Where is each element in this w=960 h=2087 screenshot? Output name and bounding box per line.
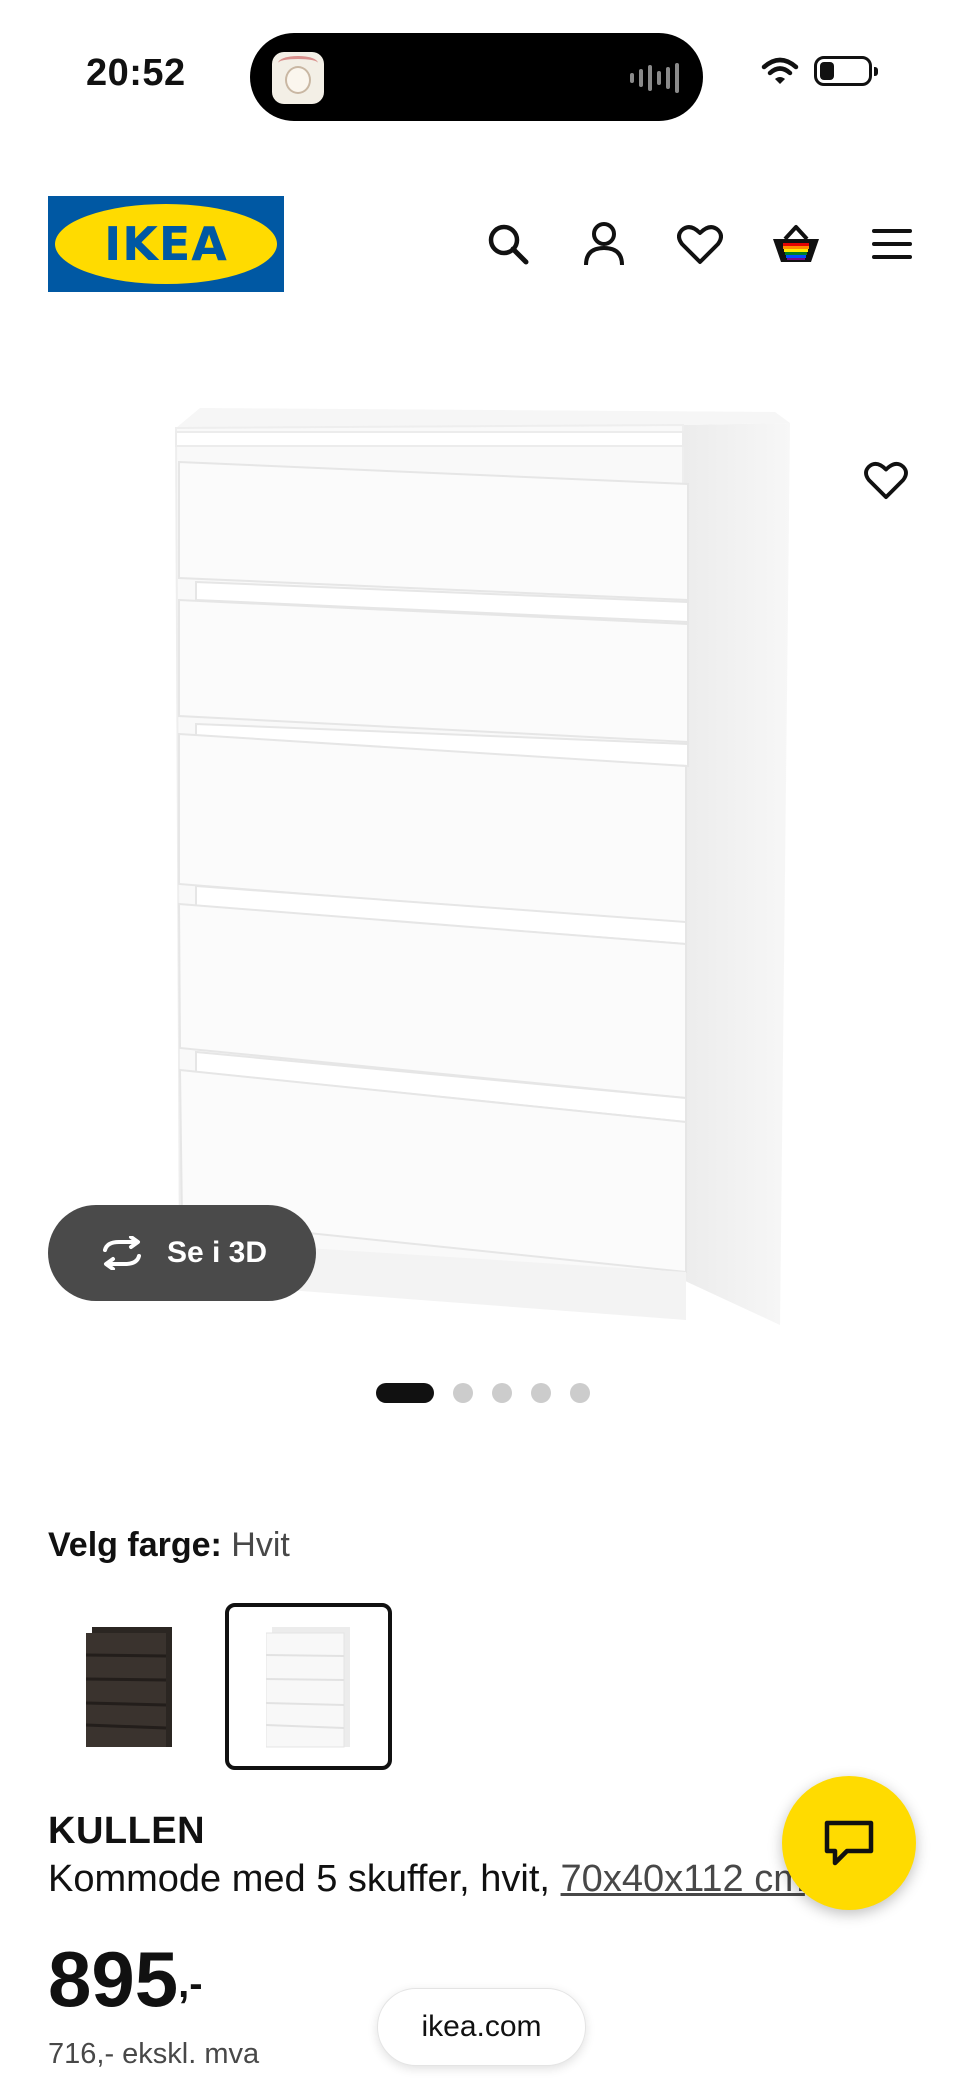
add-to-wishlist-button[interactable] [856, 450, 916, 510]
header-actions [478, 214, 922, 274]
product-description-text: Kommode med 5 skuffer, hvit, [48, 1858, 550, 1900]
ikea-logo[interactable]: IKEA [48, 196, 284, 292]
heart-icon [864, 462, 908, 500]
price-suffix: ,- [178, 1962, 203, 2006]
dresser-thumbnail-dark [85, 1626, 172, 1747]
account-button[interactable] [574, 214, 634, 274]
chat-icon [824, 1820, 874, 1866]
basket-icon [773, 225, 819, 262]
chat-button[interactable] [782, 1776, 916, 1910]
wishlist-button[interactable] [670, 214, 730, 274]
wifi-icon [761, 57, 799, 84]
carousel-dot[interactable] [492, 1383, 512, 1403]
carousel-dot[interactable] [570, 1383, 590, 1403]
status-icons [760, 56, 878, 86]
heart-icon [677, 225, 723, 264]
search-button[interactable] [478, 214, 538, 274]
menu-icon [872, 229, 912, 259]
carousel-dot-active[interactable] [376, 1383, 434, 1403]
dresser-illustration [174, 408, 790, 1325]
product-description: Kommode med 5 skuffer, hvit, 70x40x112 c… [48, 1858, 808, 1908]
color-label: Velg farge: [48, 1526, 222, 1564]
price-excl-vat: 716,- ekskl. mva [48, 2038, 260, 2070]
now-playing-artwork [272, 52, 324, 104]
carousel-indicator [376, 1383, 590, 1403]
price-amount: 895 [48, 1935, 179, 2023]
carousel-dot[interactable] [531, 1383, 551, 1403]
view-3d-label: Se i 3D [166, 1236, 268, 1269]
cart-button[interactable] [766, 214, 826, 274]
product-name: KULLEN [48, 1810, 206, 1852]
status-time: 20:52 [86, 52, 186, 94]
product-price: 895 ,- [48, 1940, 203, 2018]
color-selector-label: Velg farge: Hvit [48, 1526, 290, 1565]
menu-button[interactable] [862, 214, 922, 274]
color-option-white[interactable] [225, 1603, 392, 1770]
user-icon [584, 222, 624, 266]
view-3d-button[interactable]: Se i 3D [48, 1205, 316, 1301]
carousel-dot[interactable] [453, 1383, 473, 1403]
rotate-3d-icon [102, 1236, 141, 1270]
browser-url-bar[interactable]: ikea.com [377, 1988, 586, 2066]
product-dimensions-link[interactable]: 70x40x112 cm [561, 1858, 805, 1900]
audio-waveform-icon [630, 63, 679, 93]
product-image[interactable] [0, 310, 960, 1350]
browser-url-text: ikea.com [421, 2010, 542, 2043]
color-option-black-brown[interactable] [47, 1603, 214, 1770]
logo-text: IKEA [104, 217, 228, 271]
selected-color: Hvit [231, 1526, 290, 1564]
search-icon [488, 224, 529, 265]
dynamic-island[interactable] [250, 33, 703, 121]
battery-icon [814, 56, 878, 86]
dresser-thumbnail-white [265, 1626, 350, 1747]
